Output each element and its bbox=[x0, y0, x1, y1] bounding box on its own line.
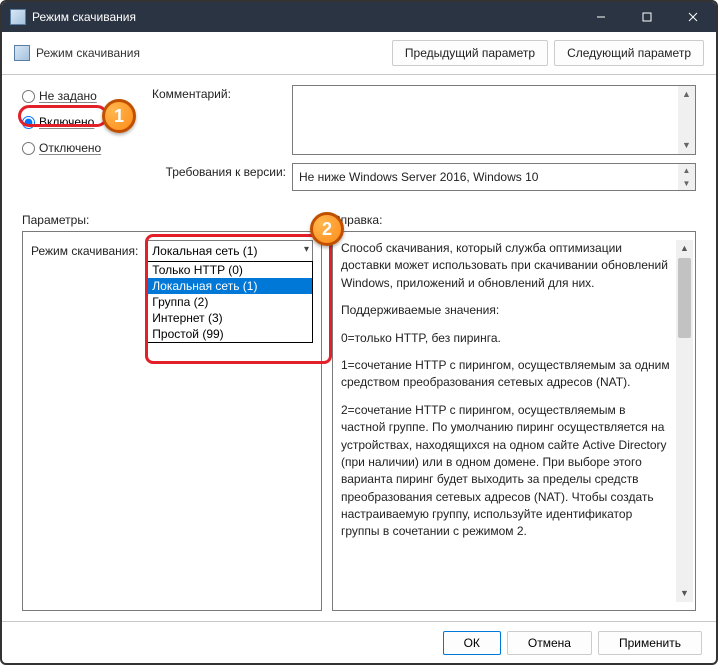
version-label: Требования к версии: bbox=[152, 163, 292, 179]
help-heading: Справка: bbox=[332, 213, 696, 227]
help-p4: 1=сочетание HTTP с пирингом, осуществляе… bbox=[341, 357, 672, 392]
help-p3: 0=только HTTP, без пиринга. bbox=[341, 330, 672, 347]
annotation-badge-1: 1 bbox=[102, 99, 136, 133]
page-title: Режим скачивания bbox=[36, 46, 386, 60]
next-setting-button[interactable]: Следующий параметр bbox=[554, 40, 704, 66]
footer: ОК Отмена Применить bbox=[2, 621, 716, 663]
params-panel: Режим скачивания: Локальная сеть (1) ▾ Т… bbox=[22, 231, 322, 611]
help-text: Способ скачивания, который служба оптими… bbox=[341, 240, 676, 602]
help-p2: Поддерживаемые значения: bbox=[341, 302, 672, 319]
minimize-button[interactable] bbox=[578, 2, 624, 32]
dialog-window: Режим скачивания Режим скачивания Предыд… bbox=[0, 0, 718, 665]
download-mode-label: Режим скачивания: bbox=[31, 244, 138, 258]
radio-not-configured[interactable]: Не задано bbox=[22, 89, 152, 103]
version-text: Не ниже Windows Server 2016, Windows 10 bbox=[299, 170, 538, 184]
combo-selected-text: Локальная сеть (1) bbox=[152, 244, 257, 258]
combo-option-1[interactable]: Локальная сеть (1) bbox=[147, 278, 312, 294]
header: Режим скачивания Предыдущий параметр Сле… bbox=[2, 32, 716, 75]
comment-label: Комментарий: bbox=[152, 85, 292, 101]
comment-scrollbar[interactable]: ▲▼ bbox=[678, 86, 695, 154]
state-radio-group: Не задано Включено Отключено bbox=[22, 85, 152, 199]
radio-disabled-label: Отключено bbox=[39, 141, 101, 155]
combo-option-4[interactable]: Простой (99) bbox=[147, 326, 312, 342]
help-p1: Способ скачивания, который служба оптими… bbox=[341, 240, 672, 292]
params-heading: Параметры: bbox=[22, 213, 332, 227]
download-mode-combo[interactable]: Локальная сеть (1) ▾ bbox=[146, 240, 313, 262]
chevron-down-icon: ▾ bbox=[304, 244, 309, 255]
version-box: Не ниже Windows Server 2016, Windows 10 … bbox=[292, 163, 696, 191]
comment-textbox[interactable]: ▲▼ bbox=[292, 85, 696, 155]
window-title: Режим скачивания bbox=[32, 10, 578, 24]
titlebar: Режим скачивания bbox=[2, 2, 716, 32]
radio-disabled[interactable]: Отключено bbox=[22, 141, 152, 155]
radio-disabled-input[interactable] bbox=[22, 142, 35, 155]
combo-option-0[interactable]: Только HTTP (0) bbox=[147, 262, 312, 278]
help-p5: 2=сочетание HTTP с пирингом, осуществляе… bbox=[341, 402, 672, 541]
maximize-button[interactable] bbox=[624, 2, 670, 32]
download-mode-dropdown[interactable]: Только HTTP (0) Локальная сеть (1) Групп… bbox=[146, 261, 313, 343]
combo-option-3[interactable]: Интернет (3) bbox=[147, 310, 312, 326]
ok-button[interactable]: ОК bbox=[443, 631, 501, 655]
apply-button[interactable]: Применить bbox=[598, 631, 702, 655]
help-scrollbar[interactable]: ▲ ▼ bbox=[676, 240, 693, 602]
scrollbar-thumb[interactable] bbox=[678, 258, 691, 338]
cancel-button[interactable]: Отмена bbox=[507, 631, 592, 655]
radio-enabled-label: Включено bbox=[39, 115, 94, 129]
policy-icon bbox=[14, 45, 30, 61]
version-scrollbar[interactable]: ▲▼ bbox=[678, 164, 695, 190]
radio-enabled-input[interactable] bbox=[22, 116, 35, 129]
radio-not-configured-input[interactable] bbox=[22, 90, 35, 103]
app-icon bbox=[10, 9, 26, 25]
prev-setting-button[interactable]: Предыдущий параметр bbox=[392, 40, 548, 66]
radio-not-configured-label: Не задано bbox=[39, 89, 97, 103]
annotation-badge-2: 2 bbox=[310, 212, 344, 246]
close-button[interactable] bbox=[670, 2, 716, 32]
help-panel: Способ скачивания, который служба оптими… bbox=[332, 231, 696, 611]
combo-option-2[interactable]: Группа (2) bbox=[147, 294, 312, 310]
